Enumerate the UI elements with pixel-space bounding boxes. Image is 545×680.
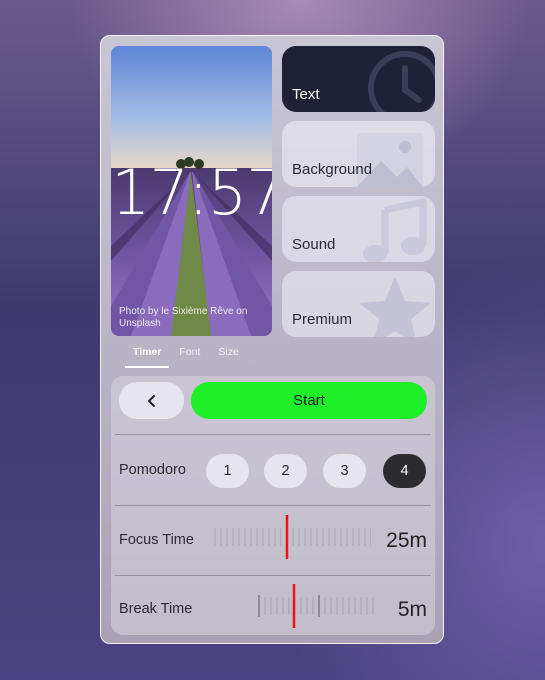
chevron-left-icon	[147, 394, 155, 407]
music-note-icon	[363, 197, 427, 262]
break-time-slider[interactable]	[251, 583, 381, 629]
pomodoro-option-4[interactable]: 4	[383, 454, 426, 488]
photo-credit[interactable]: Photo by le Sixième Rêve on Unsplash	[119, 306, 249, 330]
menu-item-premium[interactable]: Premium	[282, 271, 435, 337]
tab-size[interactable]: Size	[210, 344, 246, 368]
focus-time-value: 25m	[386, 529, 427, 552]
timer-panel: Start Pomodoro 1 2 3 4 Focus Time 25m Br…	[111, 376, 435, 635]
tab-timer[interactable]: Timer	[125, 344, 170, 368]
clock-display: 17:57	[111, 156, 272, 229]
focus-time-slider[interactable]	[211, 514, 371, 560]
back-button[interactable]	[119, 382, 184, 419]
menu-item-text[interactable]: Text	[282, 46, 435, 112]
menu-item-background[interactable]: Background	[282, 121, 435, 187]
divider	[115, 575, 431, 576]
divider	[115, 434, 431, 435]
clock-icon	[368, 51, 435, 112]
menu-item-label: Premium	[292, 311, 353, 328]
pomodoro-option-2[interactable]: 2	[264, 454, 307, 488]
pomodoro-label: Pomodoro	[119, 462, 186, 478]
menu-item-label: Background	[292, 161, 373, 178]
pomodoro-option-3[interactable]: 3	[323, 454, 366, 488]
menu-item-sound[interactable]: Sound	[282, 196, 435, 262]
background-preview: 17:57 Photo by le Sixième Rêve on Unspla…	[111, 46, 272, 336]
tab-font[interactable]: Font	[171, 344, 208, 368]
menu-item-label: Text	[292, 86, 320, 103]
pomodoro-option-1[interactable]: 1	[206, 454, 249, 488]
star-icon	[359, 277, 431, 337]
start-button[interactable]: Start	[191, 382, 427, 419]
break-time-value: 5m	[397, 598, 427, 621]
settings-tabs: Timer Font Size	[125, 344, 249, 368]
menu-item-label: Sound	[292, 236, 336, 253]
app-window: 17:57 Photo by le Sixième Rêve on Unspla…	[100, 35, 444, 644]
focus-time-label: Focus Time	[119, 532, 194, 548]
divider	[115, 505, 431, 506]
break-time-label: Break Time	[119, 601, 193, 617]
